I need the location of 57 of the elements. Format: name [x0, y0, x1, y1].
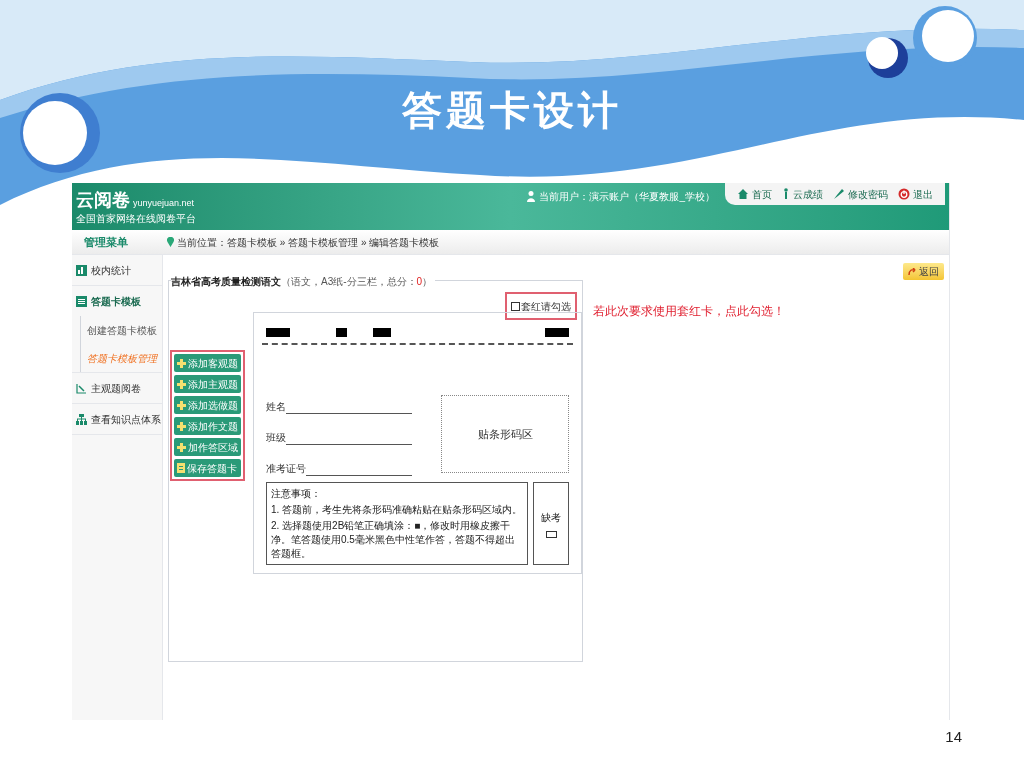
slide-title: 答题卡设计 [402, 85, 622, 135]
tool-button[interactable]: 加作答区域 [174, 438, 241, 456]
position-mark [545, 327, 569, 337]
nav-link[interactable]: 云成绩 [782, 186, 823, 202]
user-icon [527, 191, 536, 202]
note-text: 1. 答题前，考生先将条形码准确粘贴在贴条形码区域内。 [271, 503, 523, 517]
hierarchy-icon [76, 413, 87, 425]
pin-icon [167, 237, 174, 247]
absent-label: 缺考 [541, 510, 561, 525]
nav-link[interactable]: 修改密码 [833, 186, 888, 202]
field-label: 姓名 [266, 400, 286, 414]
template-title: 吉林省高考质量检测语文（语文，A3纸-分三栏，总分：0） [171, 274, 436, 289]
logo-domain: yunyuejuan.net [133, 196, 195, 210]
tool-button[interactable]: 添加选做题 [174, 396, 241, 414]
plus-icon [177, 400, 186, 410]
position-mark [336, 327, 347, 337]
document-icon [76, 295, 87, 307]
logo-name: 云阅卷 [76, 188, 130, 212]
hint-text: 若此次要求使用套红卡，点此勾选！ [593, 303, 785, 320]
menu-title: 管理菜单 [83, 234, 129, 250]
notes-title: 注意事项： [271, 487, 322, 501]
tool-button[interactable]: 添加客观题 [174, 354, 241, 372]
tool-button[interactable]: 添加作文题 [174, 417, 241, 435]
plus-icon [177, 379, 186, 389]
bar-chart-icon [76, 264, 87, 276]
figure-icon [782, 188, 790, 200]
sidebar-item[interactable]: 查看知识点体系 [72, 404, 162, 434]
plus-icon [177, 421, 186, 431]
current-user: 当前用户：演示账户（华夏教服_学校） [539, 190, 715, 204]
breadcrumb: 当前位置：答题卡模板 » 答题卡模板管理 » 编辑答题卡模板 [177, 235, 440, 250]
page-number: 14 [945, 727, 962, 747]
pen-icon [76, 382, 87, 394]
field-label: 班级 [266, 431, 286, 445]
return-arrow-icon [908, 268, 916, 275]
logo-slogan: 全国首家网络在线阅卷平台 [76, 213, 196, 225]
plus-icon [177, 358, 186, 368]
position-mark [266, 327, 290, 337]
document-icon [177, 463, 185, 473]
note-text: 2. 选择题使用2B铅笔正确填涂：■，修改时用橡皮擦干净。笔答题使用0.5毫米黑色中性笔作答，答题不得超出答题框。 [271, 519, 516, 561]
barcode-label: 贴条形码区 [477, 426, 533, 442]
field-label: 准考证号 [266, 462, 306, 476]
print-option-checkbox[interactable]: 套红请勾选 [505, 292, 577, 320]
house-icon [737, 188, 749, 200]
power-icon [898, 188, 910, 200]
position-mark [373, 327, 391, 337]
brush-icon [833, 188, 845, 200]
sidebar-item[interactable]: 主观题阅卷 [72, 373, 162, 403]
return-button[interactable]: 返回 [903, 263, 944, 280]
nav-link[interactable]: 首页 [737, 186, 772, 202]
nav-link[interactable]: 退出 [898, 186, 933, 202]
absent-checkbox[interactable] [545, 530, 557, 538]
plus-icon [177, 442, 186, 452]
tool-button[interactable]: 保存答题卡 [174, 459, 241, 477]
sidebar-item[interactable]: 答题卡模板 [72, 286, 162, 316]
submenu-item[interactable]: 创建答题卡模板 [81, 316, 162, 344]
sidebar-item[interactable]: 校内统计 [72, 255, 162, 285]
tool-button[interactable]: 添加主观题 [174, 375, 241, 393]
